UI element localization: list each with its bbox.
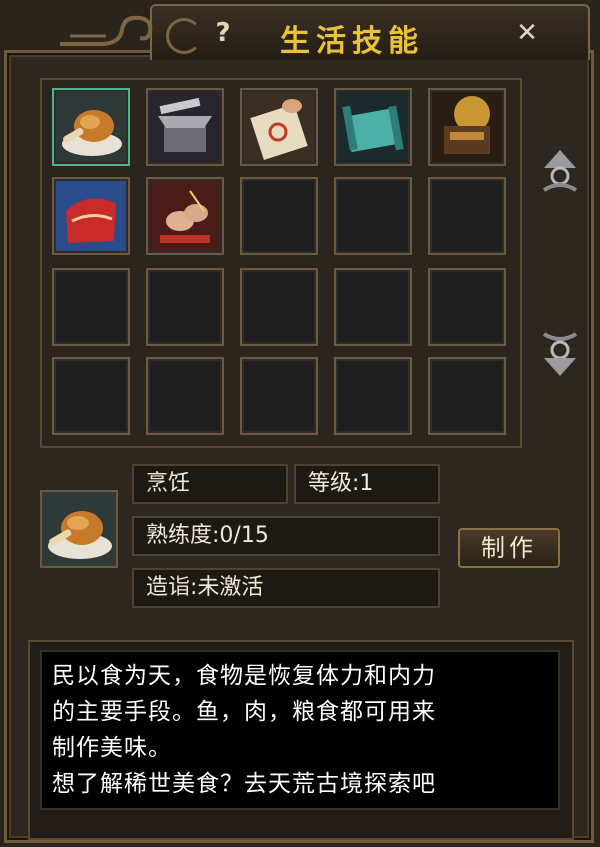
skill-slot-talisman[interactable] — [240, 88, 318, 166]
proficiency-field: 熟练度:0/15 — [132, 516, 440, 556]
close-button[interactable]: ✕ — [512, 18, 542, 48]
window-title: 生活技能 — [280, 24, 424, 59]
skill-slot-scroll[interactable] — [334, 88, 412, 166]
roast-chicken-icon — [42, 492, 116, 566]
empty-skill-slot[interactable] — [428, 357, 506, 435]
empty-skill-slot[interactable] — [240, 357, 318, 435]
empty-skill-slot[interactable] — [334, 357, 412, 435]
empty-skill-slot[interactable] — [146, 268, 224, 346]
roast-chicken-icon — [56, 92, 126, 162]
needle-hands-icon — [150, 181, 220, 251]
red-fabric-icon — [56, 181, 126, 251]
title-ornament-icon — [60, 15, 153, 46]
jade-scroll-icon — [338, 92, 408, 162]
make-button[interactable]: 制作 — [458, 528, 560, 568]
description-line: 想了解稀世美食？去天荒古境探索吧 — [52, 771, 436, 797]
description-line: 的主要手段。鱼，肉，粮食都可用来 — [52, 699, 436, 725]
life-skills-window: ? 生活技能 ✕ 烹饪 等级:1 熟练度:0/15 造诣:未激活 制作 民以食为… — [0, 0, 600, 847]
ornament-icon — [166, 18, 202, 54]
anvil-icon — [150, 92, 220, 162]
empty-skill-slot[interactable] — [428, 177, 506, 255]
skill-description: 民以食为天，食物是恢复体力和内力 的主要手段。鱼，肉，粮食都可用来 制作美味。 … — [40, 650, 560, 810]
skill-slot-tailoring[interactable] — [52, 177, 130, 255]
empty-skill-slot[interactable] — [146, 357, 224, 435]
empty-skill-slot[interactable] — [52, 357, 130, 435]
selected-skill-icon — [40, 490, 118, 568]
scroll-up-icon[interactable] — [540, 146, 580, 202]
skill-slot-embroidery[interactable] — [146, 177, 224, 255]
empty-skill-slot[interactable] — [334, 268, 412, 346]
description-line: 民以食为天，食物是恢复体力和内力 — [52, 663, 436, 689]
talisman-scroll-icon — [244, 92, 314, 162]
scroll-down-icon[interactable] — [540, 322, 580, 378]
empty-skill-slot[interactable] — [240, 177, 318, 255]
skill-name-field: 烹饪 — [132, 464, 288, 504]
empty-skill-slot[interactable] — [52, 268, 130, 346]
skill-slot-crafting[interactable] — [428, 88, 506, 166]
empty-skill-slot[interactable] — [428, 268, 506, 346]
skill-slot-cooking[interactable] — [52, 88, 130, 166]
empty-skill-slot[interactable] — [334, 177, 412, 255]
skill-level-field: 等级:1 — [294, 464, 440, 504]
empty-skill-slot[interactable] — [240, 268, 318, 346]
description-line: 制作美味。 — [52, 735, 172, 761]
skill-slot-forging[interactable] — [146, 88, 224, 166]
glowing-chest-icon — [432, 92, 502, 162]
mastery-field: 造诣:未激活 — [132, 568, 440, 608]
help-button[interactable]: ? — [208, 18, 238, 48]
